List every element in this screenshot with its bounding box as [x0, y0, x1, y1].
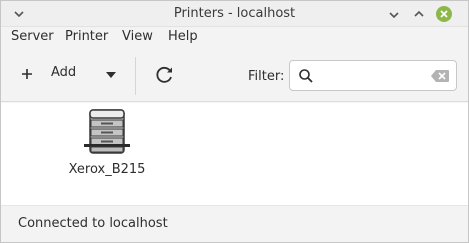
close-button[interactable] [436, 6, 452, 22]
plus-icon [19, 66, 35, 82]
filter-field[interactable] [289, 60, 457, 91]
maximize-button[interactable] [411, 6, 427, 22]
printer-name: Xerox_B215 [68, 162, 146, 177]
toolbar: Add Filter: [1, 49, 468, 102]
add-button-label: Add [51, 65, 77, 80]
printer-list: Xerox_B215 [1, 103, 468, 205]
close-icon [440, 10, 448, 18]
add-printer-button[interactable]: Add [11, 59, 121, 91]
menu-view[interactable]: View [122, 27, 153, 49]
status-text: Connected to localhost [18, 216, 168, 231]
clear-text-icon[interactable] [430, 69, 450, 83]
filter-label: Filter: [248, 69, 285, 84]
menu-help[interactable]: Help [168, 27, 198, 49]
add-dropdown-arrow-icon[interactable] [105, 69, 117, 79]
refresh-icon [156, 67, 172, 83]
printers-window: Printers - localhost Server Printer View… [0, 0, 469, 243]
title-bar: Printers - localhost [1, 1, 468, 27]
menu-printer[interactable]: Printer [65, 27, 108, 49]
status-bar: Connected to localhost [1, 205, 468, 242]
filter-input[interactable] [320, 65, 428, 87]
printer-item[interactable]: Xerox_B215 [61, 107, 161, 182]
toolbar-separator [135, 57, 136, 95]
refresh-button[interactable] [151, 59, 179, 91]
printer-icon [83, 109, 131, 155]
search-icon [298, 68, 314, 84]
menu-server[interactable]: Server [11, 27, 54, 49]
minimize-button[interactable] [386, 6, 402, 22]
menu-bar: Server Printer View Help [1, 27, 468, 49]
